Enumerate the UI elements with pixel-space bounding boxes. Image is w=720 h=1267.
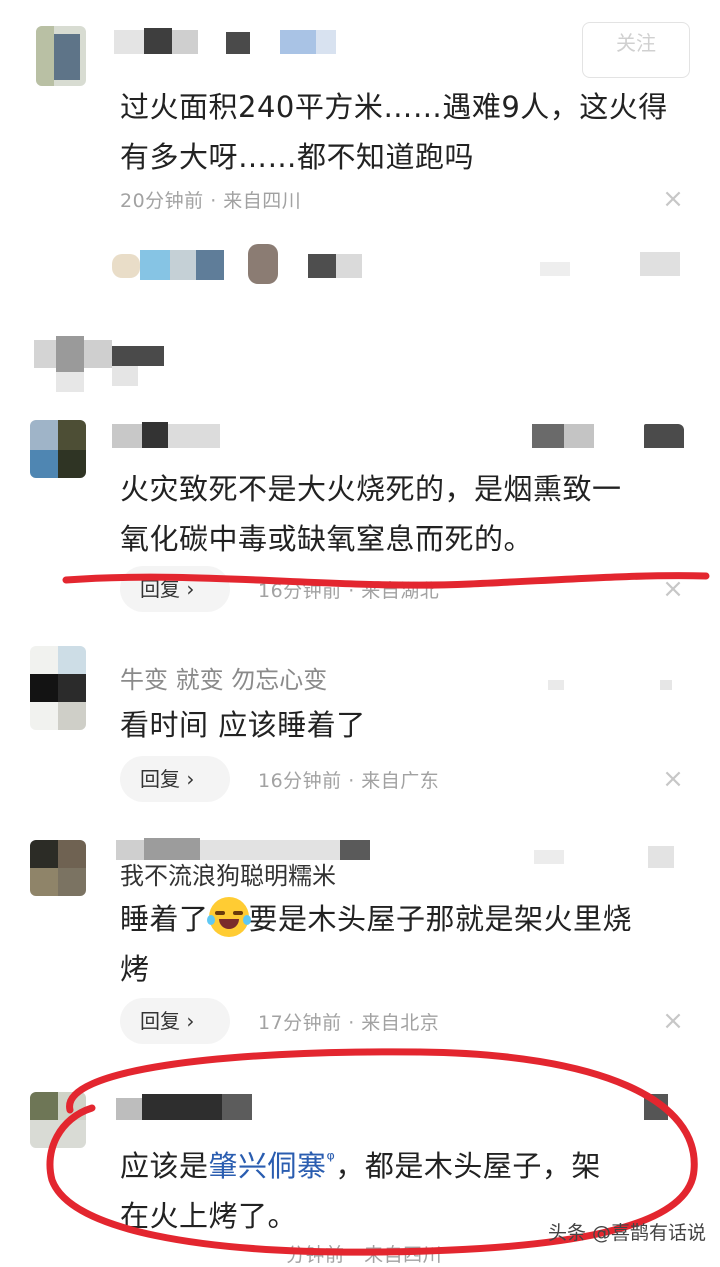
red-underline-annotation — [46, 572, 710, 1256]
watermark: 头条 @喜鹊有话说 — [547, 1222, 706, 1244]
